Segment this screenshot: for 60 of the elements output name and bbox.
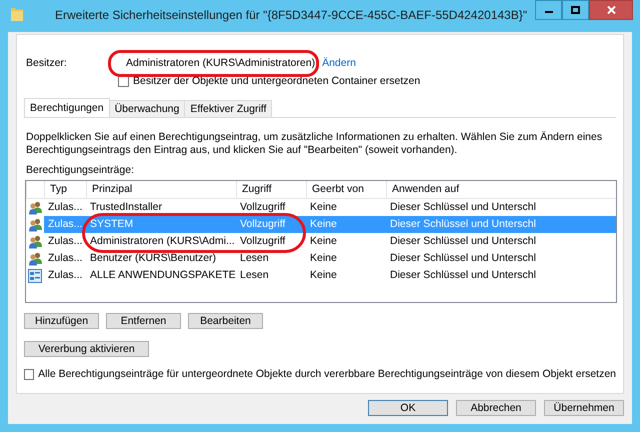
table-cell-text: TrustedInstaller — [89, 200, 163, 215]
folder-icon — [11, 6, 23, 21]
owner-value: Administratoren (KURS\Administratoren) — [126, 56, 316, 68]
column-header[interactable]: Anwenden auf — [386, 181, 616, 198]
table-cell-text: Benutzer (KURS\Benutzer) — [89, 251, 218, 266]
entry-button[interactable]: Bearbeiten — [188, 313, 263, 329]
entry-button[interactable]: Entfernen — [106, 313, 181, 329]
dialog-button[interactable]: Abbrechen — [456, 400, 536, 416]
info-text: Doppelklicken Sie auf einen Berechtigungseintrag, um zusätzliche Informationen zu erhalten. Wählen Sie zum Ändern eines Berechtigungseintrags den Eintrag aus, und klicken Sie auf "Bearbeiten" (soweit vorhanden). — [26, 131, 604, 157]
table-cell-text: Lesen — [239, 268, 270, 283]
table-cell-text: Vollzugriff — [239, 234, 286, 249]
window-title: Erweiterte Sicherheitseinstellungen für "{8F5D3447-9CCE-455C-BAEF-55D42420143B}" — [55, 8, 528, 22]
close-button[interactable] — [589, 0, 633, 20]
column-header[interactable]: Geerbt von — [306, 181, 386, 198]
change-link[interactable]: Ändern — [322, 56, 356, 68]
table-cell-text: Keine — [309, 200, 338, 215]
users-icon — [28, 234, 42, 248]
maximize-button[interactable] — [562, 0, 589, 20]
tab[interactable]: Überwachung — [108, 100, 186, 117]
table-cell-text: Zulas... — [47, 251, 84, 266]
users-icon — [28, 252, 42, 266]
tab[interactable]: Berechtigungen — [24, 98, 110, 117]
table-cell-text: Zulas... — [47, 200, 84, 215]
dialog-button[interactable]: OK — [368, 400, 448, 416]
owner-label: Besitzer: — [25, 56, 68, 68]
table-cell: Keine — [306, 216, 386, 233]
table-cell-text: Zulas... — [47, 234, 84, 249]
package-icon — [28, 268, 42, 282]
column-header[interactable]: Typ — [44, 181, 86, 198]
table-cell-text: Dieser Schlüssel und Unterschl — [389, 200, 537, 215]
table-cell-text: Administratoren (KURS\Admi... — [89, 234, 236, 249]
enable-inheritance-button[interactable]: Vererbung aktivieren — [24, 341, 149, 357]
table-cell: Zulas... — [44, 216, 86, 233]
table-cell: Vollzugriff — [236, 216, 306, 233]
table-cell-text: Keine — [309, 268, 338, 283]
dialog-button[interactable]: Übernehmen — [544, 400, 624, 416]
checkbox-label: Alle Berechtigungseinträge für untergeordnete Objekte durch vererbbare Berechtigungseinträge von diesem Objekt ersetzen — [38, 368, 616, 380]
minimize-button[interactable] — [535, 0, 562, 20]
table-cell-text: Zulas... — [47, 268, 84, 283]
entry-button[interactable]: Hinzufügen — [24, 313, 99, 329]
table-cell-text: Vollzugriff — [239, 200, 286, 215]
checkbox[interactable] — [24, 368, 34, 380]
column-header[interactable]: Prinzipal — [86, 181, 236, 198]
maximize-icon — [571, 6, 580, 14]
table-cell-text: Keine — [309, 251, 338, 266]
table-cell-text: Dieser Schlüssel und Unterschl — [389, 268, 537, 283]
table-cell: SYSTEM — [86, 216, 236, 233]
table-cell-text: ALLE ANWENDUNGSPAKETE — [89, 268, 236, 283]
table-cell-text: Dieser Schlüssel und Unterschl — [389, 251, 537, 266]
table-cell-text: Dieser Schlüssel und Unterschl — [389, 234, 537, 249]
table-cell-text: Keine — [309, 234, 338, 249]
column-header[interactable]: Zugriff — [236, 181, 306, 198]
table-label: Berechtigungseinträge: — [26, 164, 135, 176]
users-icon — [28, 218, 42, 232]
close-icon — [606, 6, 616, 14]
table-cell-text: Lesen — [239, 251, 270, 266]
table-cell: Dieser Schlüssel und Unterschl — [386, 216, 616, 233]
checkbox-label: Besitzer der Objekte und untergeordneten Container ersetzen — [133, 75, 420, 87]
users-icon — [28, 200, 42, 214]
tab[interactable]: Effektiver Zugriff — [184, 100, 272, 117]
